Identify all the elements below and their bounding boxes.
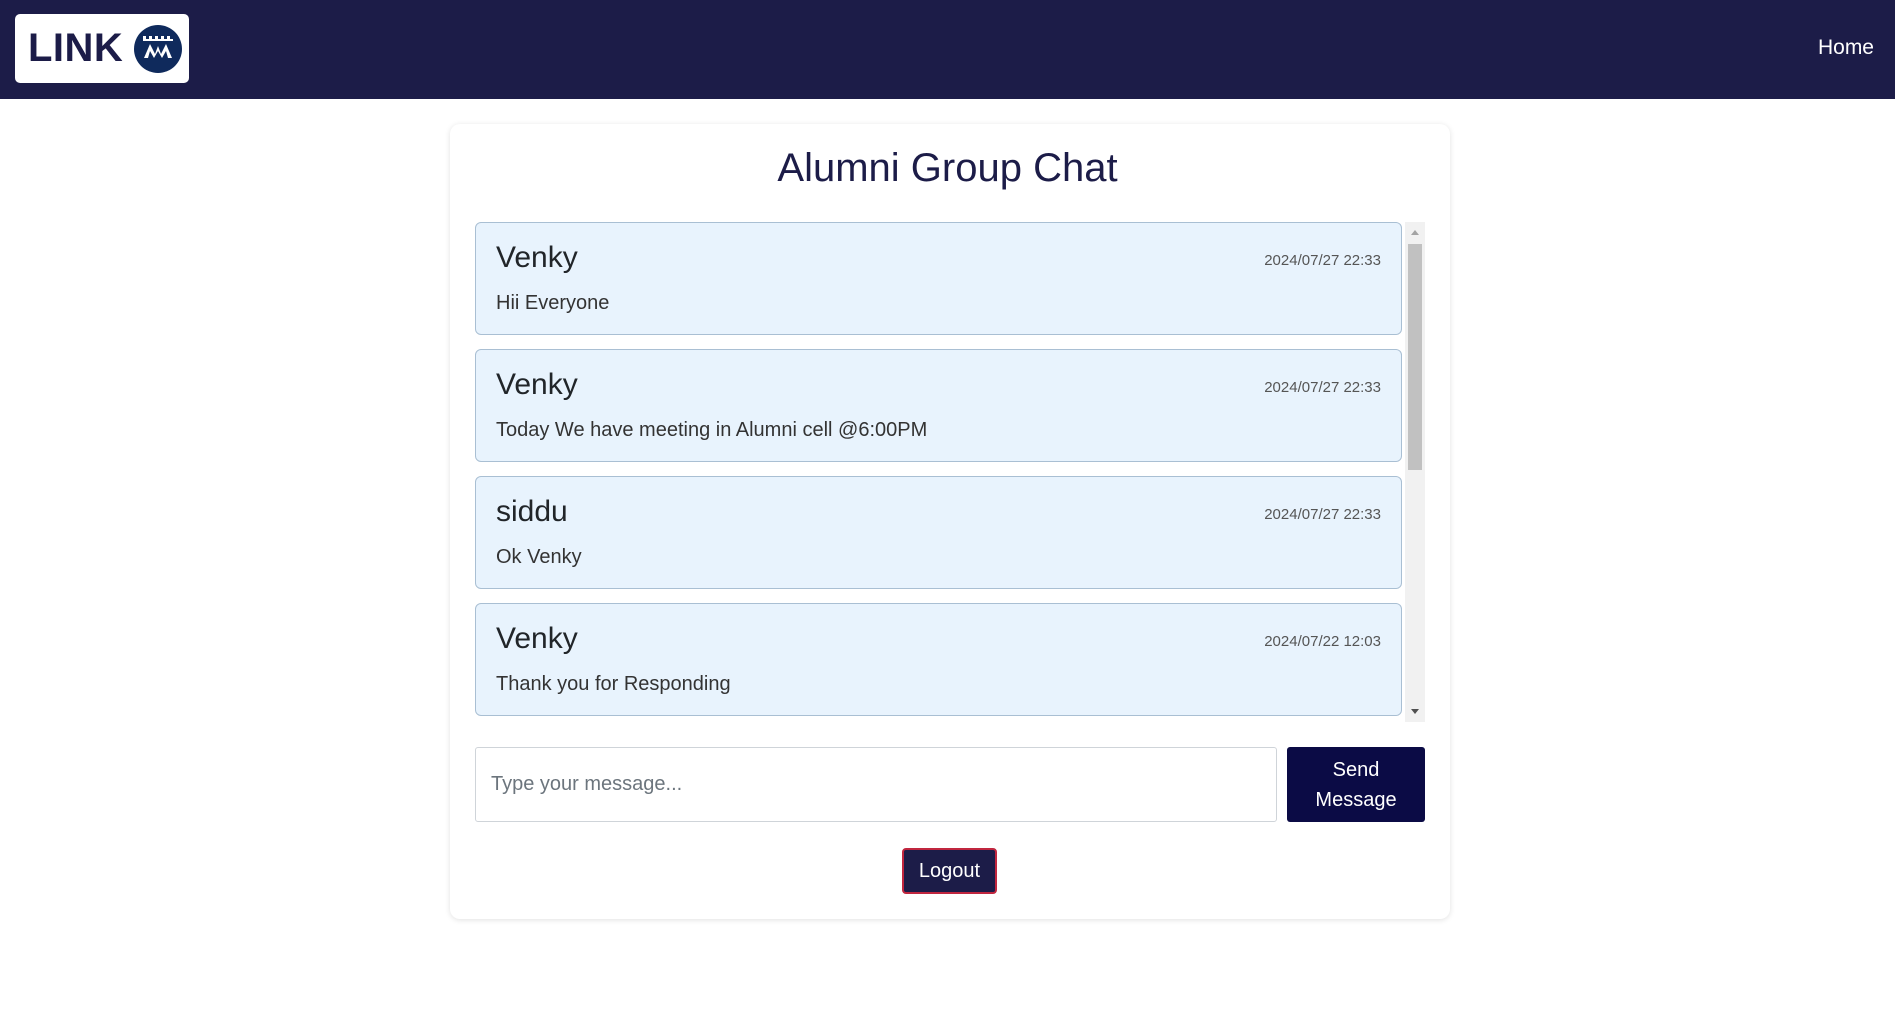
chat-messages-list[interactable]: Venky 2024/07/27 22:33 Hii Everyone Venk… <box>475 222 1425 722</box>
message-sender: Venky <box>496 622 578 655</box>
chat-message: siddu 2024/07/27 22:33 Ok Venky <box>475 476 1402 589</box>
message-sender: Venky <box>496 368 578 401</box>
message-sender: siddu <box>496 495 568 528</box>
nav-home-link[interactable]: Home <box>1818 36 1874 60</box>
scrollbar-thumb[interactable] <box>1408 244 1422 470</box>
send-message-button[interactable]: Send Message <box>1287 747 1425 822</box>
message-timestamp: 2024/07/27 22:33 <box>1264 252 1381 269</box>
chat-message: Venky 2024/07/27 22:33 Today We have mee… <box>475 349 1402 462</box>
college-emblem-icon <box>134 24 183 73</box>
message-sender: Venky <box>496 241 578 274</box>
scroll-up-arrow-icon[interactable] <box>1411 230 1419 235</box>
message-timestamp: 2024/07/22 12:03 <box>1264 633 1381 650</box>
scroll-down-arrow-icon[interactable] <box>1411 709 1419 714</box>
chat-message: Venky 2024/07/27 22:33 Hii Everyone <box>475 222 1402 335</box>
message-timestamp: 2024/07/27 22:33 <box>1264 379 1381 396</box>
chat-message: Venky 2024/07/22 12:03 Thank you for Res… <box>475 603 1402 716</box>
page-title: Alumni Group Chat <box>777 146 1118 190</box>
message-text: Today We have meeting in Alumni cell @6:… <box>496 419 928 441</box>
top-navbar: LINK Home <box>0 0 1895 99</box>
message-timestamp: 2024/07/27 22:33 <box>1264 506 1381 523</box>
brand-logo[interactable]: LINK <box>15 14 189 83</box>
message-text: Thank you for Responding <box>496 673 731 695</box>
message-input[interactable] <box>475 747 1277 822</box>
chat-scrollbar[interactable] <box>1405 222 1425 722</box>
message-text: Ok Venky <box>496 546 582 568</box>
message-text: Hii Everyone <box>496 292 610 314</box>
logo-text: LINK <box>28 26 124 70</box>
logout-button[interactable]: Logout <box>902 848 997 894</box>
